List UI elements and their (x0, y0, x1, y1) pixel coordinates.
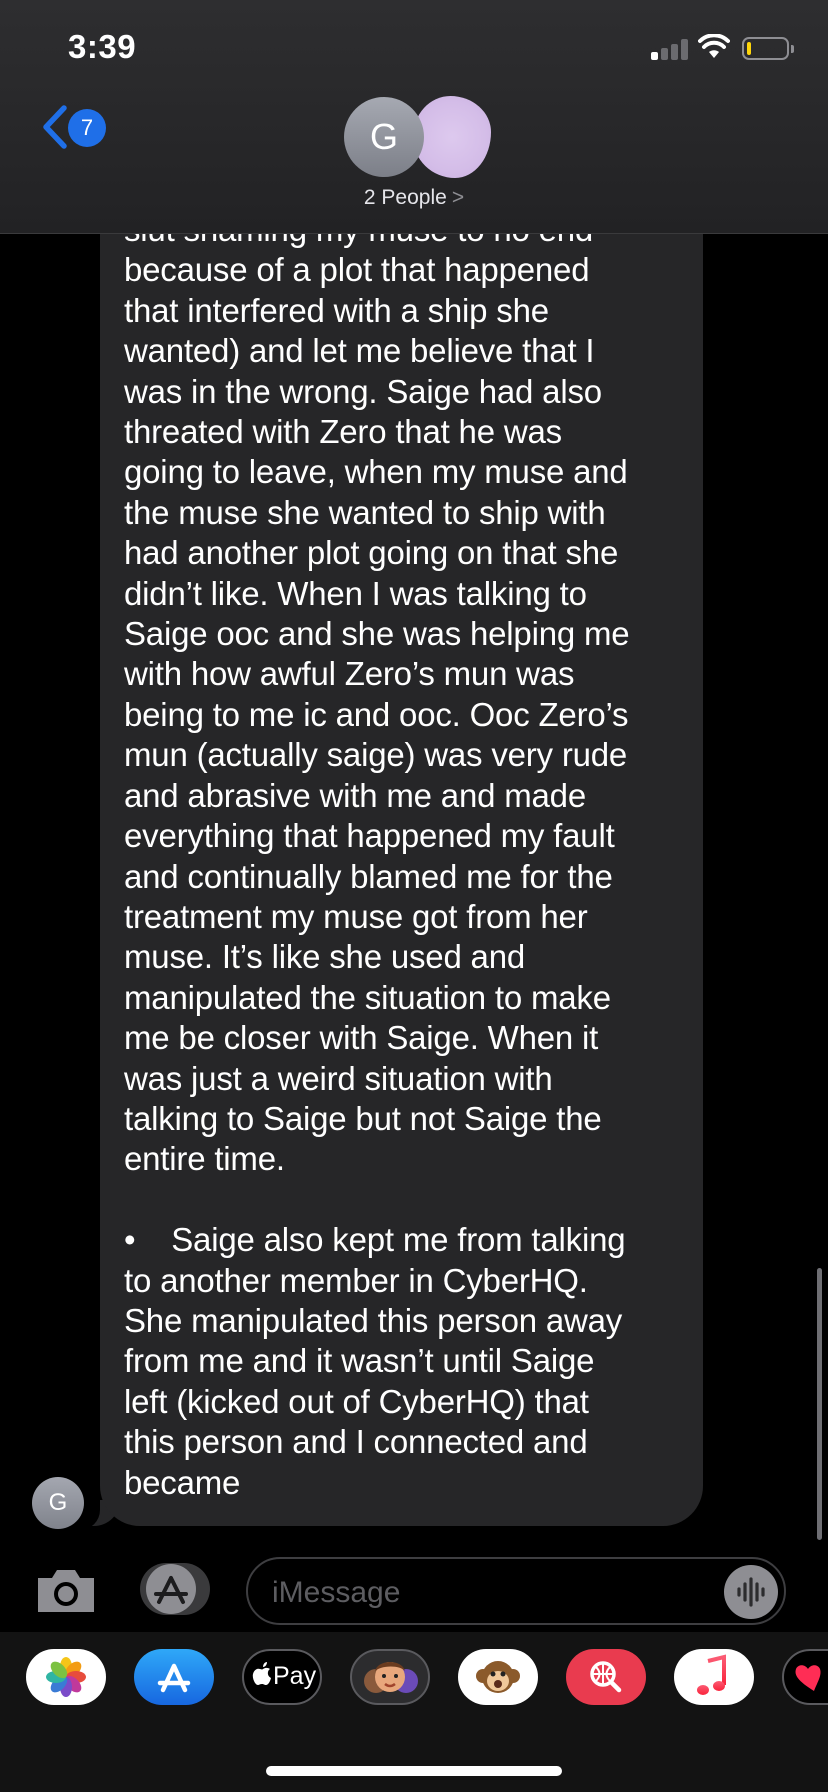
waveform-icon (737, 1577, 765, 1607)
cellular-signal-icon (651, 38, 691, 60)
web-images-app-button[interactable] (566, 1649, 646, 1705)
scrollbar[interactable] (817, 1268, 822, 1540)
participants-label: 2 People (363, 186, 447, 209)
digital-touch-app-button[interactable] (782, 1649, 828, 1705)
app-store-icon (157, 1663, 191, 1693)
conversation-header: 3:39 7 G 2 People > (0, 0, 828, 234)
animoji-app-button[interactable] (458, 1649, 538, 1705)
music-icon (697, 1654, 726, 1695)
chevron-right-icon: > (451, 186, 465, 209)
memoji-icon (364, 1662, 418, 1693)
back-button[interactable]: 7 (40, 104, 110, 154)
wifi-icon (698, 34, 730, 58)
camera-icon[interactable] (34, 1566, 98, 1614)
participant-avatar[interactable]: G (344, 97, 424, 177)
message-input-placeholder: iMessage (272, 1576, 401, 1609)
app-store-app-button[interactable] (134, 1649, 214, 1705)
photos-app-button[interactable] (26, 1649, 106, 1705)
digital-touch-icon (795, 1665, 821, 1691)
music-app-button[interactable] (674, 1649, 754, 1705)
sender-avatar[interactable]: G (32, 1477, 84, 1529)
memoji-app-button[interactable] (350, 1649, 430, 1705)
apple-pay-app-button[interactable]: Pay (242, 1649, 322, 1705)
message-text: slut shaming my muse to no end because o… (124, 211, 630, 1501)
participant-avatar-obscured[interactable] (413, 96, 491, 178)
chevron-left-icon (43, 105, 67, 149)
web-images-search-icon (590, 1661, 622, 1693)
battery-icon (742, 37, 794, 60)
apple-pay-label: Pay (273, 1662, 317, 1690)
app-store-button[interactable] (139, 1562, 211, 1616)
message-input[interactable]: iMessage (246, 1557, 786, 1625)
unread-count-badge: 7 (68, 109, 106, 147)
status-time: 3:39 (68, 28, 137, 65)
audio-message-button[interactable] (724, 1565, 778, 1619)
photos-icon (46, 1657, 86, 1697)
home-indicator[interactable] (266, 1766, 562, 1776)
participants-button[interactable]: 2 People > (300, 186, 528, 210)
animoji-icon (476, 1661, 520, 1693)
